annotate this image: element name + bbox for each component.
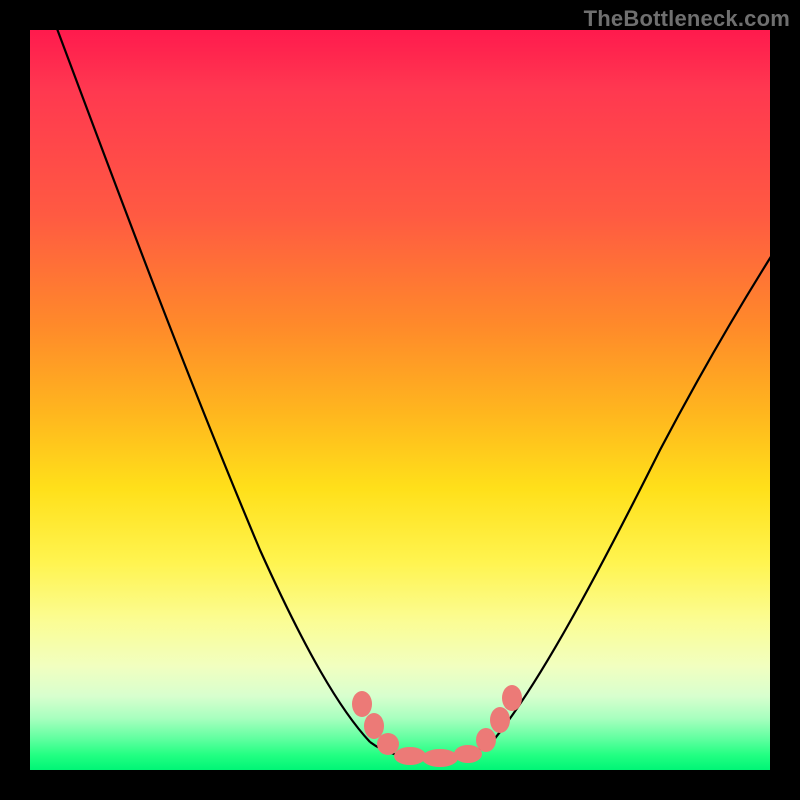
marker-cluster <box>352 685 522 767</box>
marker-blob <box>502 685 522 711</box>
chart-svg <box>30 30 770 770</box>
watermark-text: TheBottleneck.com <box>584 6 790 32</box>
marker-blob <box>377 733 399 755</box>
marker-blob <box>394 747 426 765</box>
marker-blob <box>454 745 482 763</box>
marker-blob <box>490 707 510 733</box>
marker-blob <box>476 728 496 752</box>
marker-blob <box>422 749 458 767</box>
marker-blob <box>352 691 372 717</box>
curve-left-branch <box>50 10 370 742</box>
curve-right-branch <box>492 255 772 742</box>
marker-blob <box>364 713 384 739</box>
outer-frame: TheBottleneck.com <box>0 0 800 800</box>
plot-area <box>30 30 770 770</box>
